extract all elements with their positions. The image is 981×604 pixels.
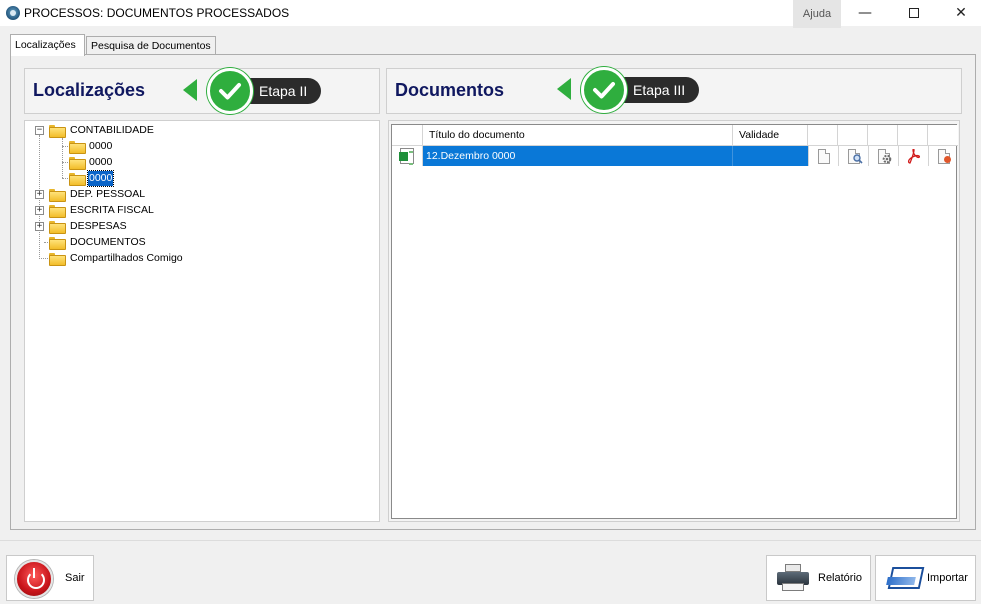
tree-node-label: CONTABILIDADE (70, 124, 154, 136)
expand-icon[interactable]: + (35, 190, 44, 199)
tree-node-label: 0000 (89, 156, 113, 168)
export-pdf-button[interactable] (898, 146, 928, 166)
folder-icon (49, 221, 66, 234)
main-window: PROCESSOS: DOCUMENTOS PROCESSADOS Ajuda … (0, 0, 981, 604)
printer-paper (785, 564, 801, 572)
tree-node-escrita-fiscal[interactable]: + ESCRITA FISCAL (35, 203, 235, 218)
new-document-button[interactable] (808, 146, 838, 166)
document-settings-button[interactable] (868, 146, 898, 166)
tree-node-compartilhados[interactable]: Compartilhados Comigo (35, 251, 235, 266)
folder-icon (69, 141, 86, 154)
checkmark-icon (581, 67, 627, 113)
expand-icon[interactable]: + (35, 222, 44, 231)
exit-button[interactable]: Sair (6, 555, 94, 601)
tab-pesquisa-documentos[interactable]: Pesquisa de Documentos (86, 36, 216, 55)
folder-icon (69, 157, 86, 170)
column-header-action (898, 125, 928, 146)
step-badge-3: Etapa III (557, 67, 727, 113)
import-button[interactable]: Importar (875, 555, 976, 601)
report-button[interactable]: Relatório (766, 555, 871, 601)
help-menu[interactable]: Ajuda (793, 0, 841, 28)
printer-icon (777, 564, 809, 592)
window-title: PROCESSOS: DOCUMENTOS PROCESSADOS (24, 6, 290, 20)
tree-node-child[interactable]: 0000 (69, 139, 169, 154)
report-label: Relatório (818, 572, 863, 584)
column-header-icon[interactable] (392, 125, 423, 146)
import-label: Importar (927, 572, 968, 584)
step-arrow (183, 79, 197, 101)
tree-node-label: DOCUMENTOS (70, 236, 146, 248)
tree-line (62, 138, 63, 178)
exit-label: Sair (65, 572, 85, 584)
tree-node-label: DEP. PESSOAL (70, 188, 146, 200)
folder-icon (49, 205, 66, 218)
new-document-icon (818, 149, 830, 164)
column-header-action (808, 125, 838, 146)
gear-icon (882, 154, 892, 164)
column-header-action (838, 125, 868, 146)
tree-node-label: 0000 (86, 170, 115, 187)
folder-icon (49, 253, 66, 266)
column-header-action (928, 125, 958, 146)
maximize-button[interactable] (891, 0, 937, 26)
title-bar: PROCESSOS: DOCUMENTOS PROCESSADOS Ajuda … (0, 0, 981, 28)
collapse-icon[interactable]: − (35, 126, 44, 135)
tree-node-child[interactable]: 0000 (69, 155, 169, 170)
import-icon (886, 567, 920, 589)
excel-file-icon (399, 148, 414, 165)
tab-localizacoes[interactable]: Localizações (10, 34, 85, 56)
tree-node-label: Compartilhados Comigo (70, 252, 183, 264)
magnifier-icon (853, 154, 863, 164)
expand-icon[interactable]: + (35, 206, 44, 215)
delete-badge-icon (944, 156, 951, 163)
folder-icon (49, 237, 66, 250)
column-header-title[interactable]: Título do documento (423, 125, 733, 146)
column-header-validity[interactable]: Validade (733, 125, 808, 146)
tree-node-despesas[interactable]: + DESPESAS (35, 219, 235, 234)
maximize-icon (909, 8, 919, 18)
printer-tray (782, 583, 804, 591)
close-button[interactable]: ✕ (938, 0, 981, 26)
checkmark-icon (207, 68, 253, 114)
power-icon (15, 560, 53, 598)
minimize-button[interactable]: — (842, 0, 888, 26)
tree-node-dep-pessoal[interactable]: + DEP. PESSOAL (35, 187, 235, 202)
pdf-icon (907, 149, 921, 164)
tree-node-contabilidade[interactable]: − CONTABILIDADE (35, 123, 235, 138)
row-file-type-cell (392, 146, 423, 166)
tree-node-documentos[interactable]: DOCUMENTOS (35, 235, 235, 250)
tree-node-label: DESPESAS (70, 220, 127, 232)
delete-document-button[interactable] (928, 146, 956, 166)
table-row[interactable]: 12.Dezembro 0000 (392, 146, 956, 166)
column-header-action (868, 125, 898, 146)
folder-icon (49, 125, 66, 138)
locations-title: Localizações (33, 80, 146, 100)
row-validity-cell[interactable] (733, 146, 808, 166)
tree-node-label: 0000 (89, 140, 113, 152)
app-logo-icon (6, 6, 20, 20)
preview-document-button[interactable] (838, 146, 868, 166)
documents-panel: Título do documento Validade 12.Dezembro… (388, 120, 960, 522)
tree-node-child-selected[interactable]: 0000 (69, 170, 169, 187)
row-title-cell[interactable]: 12.Dezembro 0000 (423, 146, 733, 166)
locations-tree[interactable]: − CONTABILIDADE 0000 0000 0000 + DEP. PE… (24, 120, 380, 522)
step-arrow (557, 78, 571, 100)
documents-title: Documentos (395, 80, 505, 100)
folder-icon (49, 189, 66, 202)
documents-grid[interactable]: Título do documento Validade 12.Dezembro… (391, 124, 958, 519)
step-badge-2: Etapa II (183, 68, 353, 114)
folder-open-icon (69, 173, 86, 186)
tree-node-label: ESCRITA FISCAL (70, 204, 154, 216)
